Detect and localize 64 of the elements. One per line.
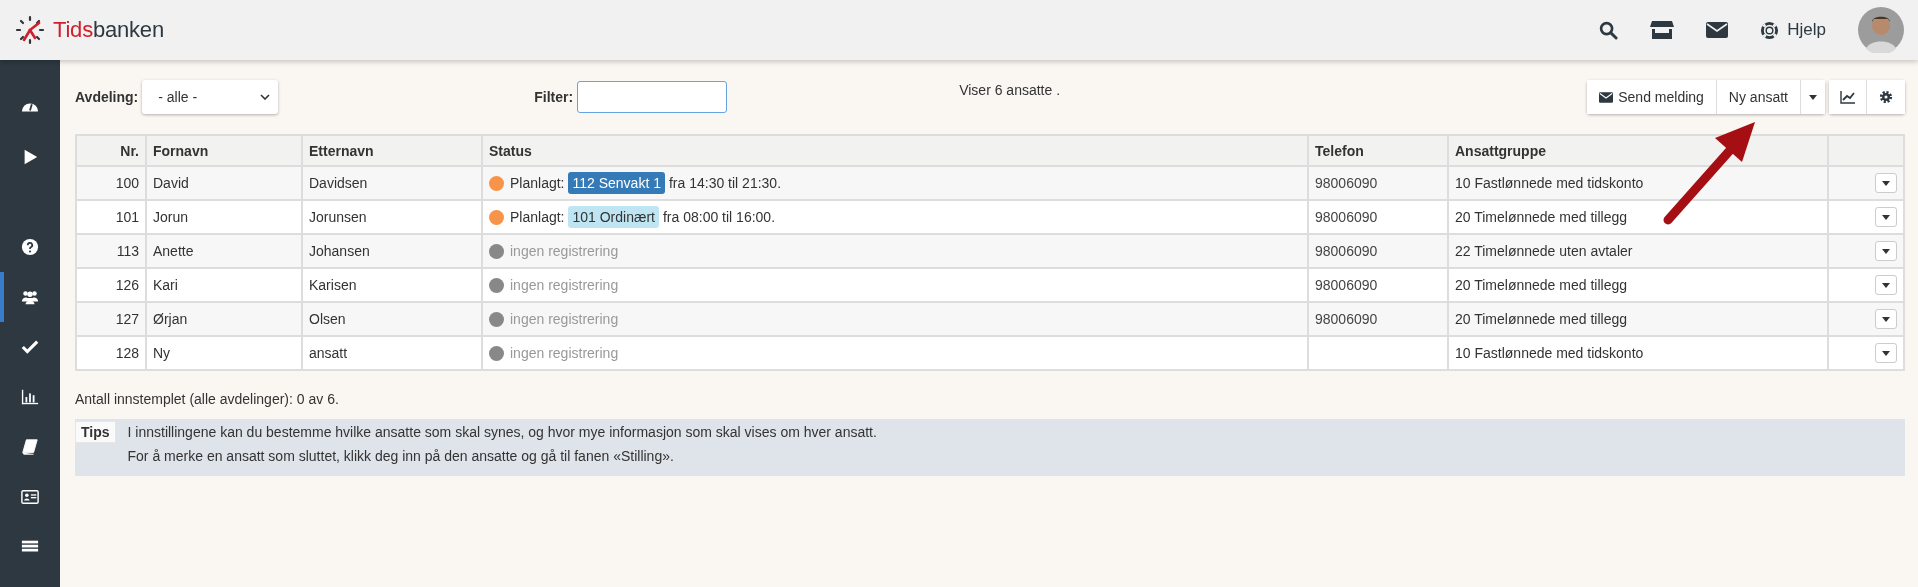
new-employee-button[interactable]: Ny ansatt: [1716, 80, 1801, 114]
settings-icon: [1879, 90, 1893, 104]
caret-button[interactable]: [1801, 80, 1825, 114]
avatar[interactable]: [1858, 7, 1904, 53]
tip-text: I innstillingene kan du bestemme hvilke ansatte som skal synes, og hvor mye informasjon som skal vises om hver ansatt.: [127, 424, 877, 440]
caret-icon: [1882, 316, 1890, 322]
table-cell: Ny: [146, 336, 302, 370]
column-header: Etternavn: [302, 135, 482, 166]
status-label: ingen registrering: [510, 345, 619, 361]
caret-icon: [1882, 180, 1890, 186]
lifebuoy-icon: [1760, 20, 1780, 40]
shift-tag: 112 Senvakt 1: [568, 172, 665, 194]
row-menu-button[interactable]: [1875, 309, 1897, 329]
caret-icon: [1809, 94, 1817, 100]
column-header: Nr.: [76, 135, 146, 166]
caret-icon: [1882, 248, 1890, 254]
status-label: Planlagt:: [510, 175, 565, 191]
clock-logo-icon: [15, 15, 45, 45]
column-header: Status: [482, 135, 1308, 166]
row-menu-button[interactable]: [1875, 275, 1897, 295]
settings-button[interactable]: [1867, 80, 1905, 114]
shift-time: fra 08:00 til 16:00.: [662, 209, 776, 225]
search-icon[interactable]: [1599, 20, 1619, 40]
help-link[interactable]: Hjelp: [1760, 20, 1826, 40]
store-icon[interactable]: [1650, 20, 1675, 40]
chevron-down-icon: [260, 94, 271, 100]
line-chart-icon: [1839, 90, 1856, 104]
department-select[interactable]: - alle -: [142, 80, 279, 114]
table-cell: 98006090: [1315, 243, 1378, 259]
table-cell: 98006090: [1315, 277, 1378, 293]
shift-tag: 101 Ordinært: [568, 206, 659, 228]
employee-count: Viser 6 ansatte .: [959, 82, 1061, 98]
filter-field[interactable]: [577, 81, 728, 113]
status-label: ingen registrering: [510, 243, 619, 259]
caret-icon: [1882, 350, 1890, 356]
shift-time: fra 14:30 til 21:30.: [668, 175, 782, 191]
filter-label: Filter:: [534, 89, 574, 105]
tips-label: Tips: [75, 421, 116, 443]
summary-text: Antall innstemplet (alle avdelinger): 0 av 6.: [75, 391, 340, 407]
department-label: Avdeling:: [75, 89, 139, 105]
table-cell: 98006090: [1315, 175, 1378, 191]
column-header: Fornavn: [146, 135, 302, 166]
row-menu-button[interactable]: [1875, 241, 1897, 261]
table-cell: 10 Fastlønnede med tidskonto: [1448, 336, 1828, 370]
table-cell: 98006090: [1315, 209, 1378, 225]
table-cell: 98006090: [1315, 311, 1378, 327]
mail-icon[interactable]: [1706, 22, 1729, 38]
table-cell: ansatt: [302, 336, 482, 370]
line-chart-button[interactable]: [1829, 80, 1867, 114]
row-menu-button[interactable]: [1875, 207, 1897, 227]
status-label: ingen registrering: [510, 277, 619, 293]
row-menu-button[interactable]: [1875, 343, 1897, 363]
column-header: Telefon: [1308, 135, 1448, 166]
table-cell: 128: [76, 336, 146, 370]
row-menu-button[interactable]: [1875, 173, 1897, 193]
tip-text: For å merke en ansatt som sluttet, klikk deg inn på den ansatte og gå til fanen «Stilling».: [127, 448, 675, 464]
caret-icon: [1882, 214, 1890, 220]
status-label: ingen registrering: [510, 311, 619, 327]
mail-icon: [1599, 91, 1614, 103]
send-message-button[interactable]: Send melding: [1587, 80, 1717, 114]
caret-icon: [1882, 282, 1890, 288]
column-header: Ansattgruppe: [1448, 135, 1828, 166]
status-label: Planlagt:: [510, 209, 565, 225]
brand-name: Tidsbanken: [53, 17, 164, 43]
